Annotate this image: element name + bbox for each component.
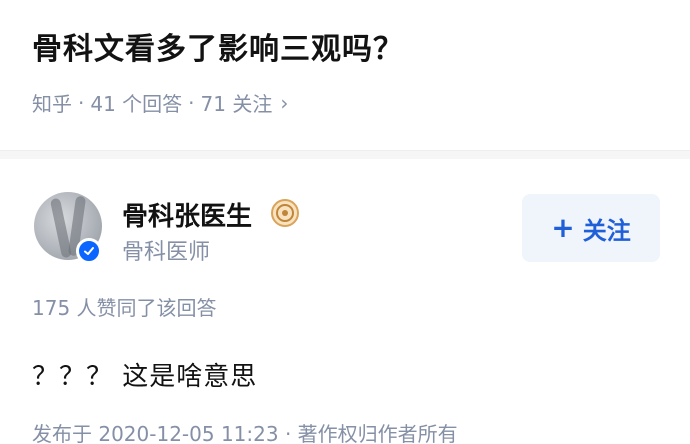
source-label: 知乎 bbox=[32, 92, 72, 116]
followers-count: 71 关注 bbox=[200, 92, 273, 116]
section-divider bbox=[0, 150, 690, 159]
answers-count: 41 个回答 bbox=[90, 92, 183, 116]
meta-separator: · bbox=[78, 90, 85, 115]
author-name[interactable]: 骨科张医生 bbox=[122, 196, 252, 233]
answer-page: 骨科文看多了影响三观吗？ 知乎 · 41 个回答 · 71 关注 › 骨科张医生… bbox=[0, 0, 690, 444]
answer-content[interactable]: ？？？ 这是啥意思 bbox=[32, 356, 257, 393]
follow-label: 关注 bbox=[582, 216, 631, 245]
follow-button[interactable]: + 关注 bbox=[522, 194, 660, 262]
verified-check-icon bbox=[76, 238, 102, 264]
question-meta[interactable]: 知乎 · 41 个回答 · 71 关注 › bbox=[32, 88, 288, 117]
answer-footer: 发布于 2020-12-05 11:23 · 著作权归作者所有 bbox=[32, 422, 458, 444]
upvote-count[interactable]: 175 人赞同了该回答 bbox=[32, 292, 217, 321]
gold-medal-icon bbox=[271, 199, 299, 227]
author-bio: 骨科医师 bbox=[122, 240, 211, 265]
question-title[interactable]: 骨科文看多了影响三观吗？ bbox=[32, 24, 404, 68]
plus-icon: + bbox=[551, 211, 575, 244]
meta-separator: · bbox=[188, 90, 195, 115]
chevron-right-icon: › bbox=[280, 90, 289, 115]
